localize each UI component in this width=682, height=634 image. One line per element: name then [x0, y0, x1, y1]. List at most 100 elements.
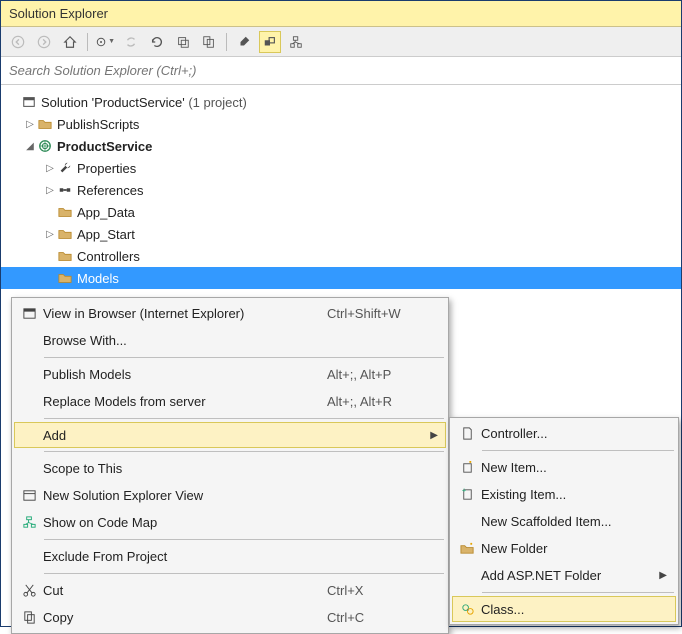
- appdata-node[interactable]: App_Data: [1, 201, 681, 223]
- tree-label: References: [77, 183, 143, 198]
- wrench-icon: [57, 160, 73, 176]
- menu-label: Cut: [43, 583, 327, 598]
- properties-node[interactable]: ▷ Properties: [1, 157, 681, 179]
- menu-add[interactable]: Add ▶: [14, 422, 446, 448]
- menu-label: New Folder: [481, 541, 657, 556]
- search-row: [1, 57, 681, 85]
- forward-button[interactable]: [33, 31, 55, 53]
- properties-button[interactable]: [233, 31, 255, 53]
- menu-aspnet-folder[interactable]: Add ASP.NET Folder ▶: [452, 562, 676, 589]
- tree-label: Solution 'ProductService' (1 project): [41, 95, 247, 110]
- search-input[interactable]: [1, 57, 681, 84]
- codemap-icon: [15, 515, 43, 530]
- folder-icon: [37, 116, 53, 132]
- expander-icon[interactable]: ◢: [23, 141, 37, 152]
- window-icon: [15, 488, 43, 503]
- menu-label: Browse With...: [43, 333, 327, 348]
- cut-icon: [15, 583, 43, 598]
- menu-separator: [482, 592, 674, 593]
- pending-changes-button[interactable]: ▼: [94, 31, 116, 53]
- menu-publish-models[interactable]: Publish Models Alt+;, Alt+P: [14, 361, 446, 388]
- toolbar: ▼: [1, 27, 681, 57]
- menu-label: Copy: [43, 610, 327, 625]
- menu-label: Replace Models from server: [43, 394, 327, 409]
- folder-icon: [57, 248, 73, 264]
- references-node[interactable]: ▷ References: [1, 179, 681, 201]
- menu-label: Add: [43, 428, 328, 443]
- expander-icon[interactable]: ▷: [23, 119, 37, 130]
- menu-label: Publish Models: [43, 367, 327, 382]
- menu-label: View in Browser (Internet Explorer): [43, 306, 327, 321]
- menu-shortcut: Ctrl+X: [327, 583, 427, 598]
- sync-button[interactable]: [120, 31, 142, 53]
- class-icon: [453, 602, 481, 617]
- solution-tree: Solution 'ProductService' (1 project) ▷ …: [1, 85, 681, 289]
- menu-browse-with[interactable]: Browse With...: [14, 327, 446, 354]
- back-button[interactable]: [7, 31, 29, 53]
- menu-shortcut: Ctrl+Shift+W: [327, 306, 427, 321]
- submenu-arrow-icon: ▶: [657, 570, 667, 581]
- references-icon: [57, 182, 73, 198]
- menu-replace-models[interactable]: Replace Models from server Alt+;, Alt+R: [14, 388, 446, 415]
- show-all-files-button[interactable]: [198, 31, 220, 53]
- menu-code-map[interactable]: Show on Code Map: [14, 509, 446, 536]
- menu-controller[interactable]: Controller...: [452, 420, 676, 447]
- menu-scaffolded[interactable]: New Scaffolded Item...: [452, 508, 676, 535]
- menu-separator: [44, 357, 444, 358]
- menu-label: Show on Code Map: [43, 515, 327, 530]
- tree-label: ProductService: [57, 139, 152, 154]
- toolbar-separator: [87, 33, 88, 51]
- controllers-node[interactable]: Controllers: [1, 245, 681, 267]
- solution-node[interactable]: Solution 'ProductService' (1 project): [1, 91, 681, 113]
- menu-shortcut: Alt+;, Alt+R: [327, 394, 427, 409]
- menu-label: Exclude From Project: [43, 549, 327, 564]
- appstart-node[interactable]: ▷ App_Start: [1, 223, 681, 245]
- copy-icon: [15, 610, 43, 625]
- solution-icon: [21, 94, 37, 110]
- menu-new-se-view[interactable]: New Solution Explorer View: [14, 482, 446, 509]
- menu-shortcut: Ctrl+C: [327, 610, 427, 625]
- submenu-arrow-icon: ▶: [428, 430, 438, 441]
- menu-view-in-browser[interactable]: View in Browser (Internet Explorer) Ctrl…: [14, 300, 446, 327]
- collapse-all-button[interactable]: [172, 31, 194, 53]
- new-item-icon: [453, 460, 481, 475]
- menu-shortcut: Alt+;, Alt+P: [327, 367, 427, 382]
- menu-new-item[interactable]: New Item...: [452, 454, 676, 481]
- menu-label: Existing Item...: [481, 487, 657, 502]
- menu-existing-item[interactable]: + Existing Item...: [452, 481, 676, 508]
- menu-label: New Item...: [481, 460, 657, 475]
- menu-class[interactable]: Class...: [452, 596, 676, 622]
- view-class-diagram-button[interactable]: [285, 31, 307, 53]
- menu-separator: [44, 451, 444, 452]
- menu-new-folder[interactable]: New Folder: [452, 535, 676, 562]
- window-title: Solution Explorer: [1, 1, 681, 27]
- file-icon: [453, 426, 481, 441]
- menu-exclude[interactable]: Exclude From Project: [14, 543, 446, 570]
- tree-label: App_Start: [77, 227, 135, 242]
- expander-icon[interactable]: ▷: [43, 185, 57, 196]
- models-node[interactable]: Models: [1, 267, 681, 289]
- expander-icon[interactable]: ▷: [43, 229, 57, 240]
- menu-separator: [44, 573, 444, 574]
- menu-label: Add ASP.NET Folder: [481, 568, 657, 583]
- refresh-button[interactable]: [146, 31, 168, 53]
- menu-label: Class...: [481, 602, 658, 617]
- menu-separator: [482, 450, 674, 451]
- publishscripts-node[interactable]: ▷ PublishScripts: [1, 113, 681, 135]
- tree-label: Properties: [77, 161, 136, 176]
- menu-label: Scope to This: [43, 461, 327, 476]
- expander-icon[interactable]: ▷: [43, 163, 57, 174]
- existing-item-icon: +: [453, 487, 481, 502]
- project-node[interactable]: ◢ ProductService: [1, 135, 681, 157]
- project-icon: [37, 138, 53, 154]
- menu-label: Controller...: [481, 426, 657, 441]
- home-button[interactable]: [59, 31, 81, 53]
- tree-label: Models: [77, 271, 119, 286]
- menu-scope[interactable]: Scope to This: [14, 455, 446, 482]
- context-menu: View in Browser (Internet Explorer) Ctrl…: [11, 297, 449, 634]
- preview-selected-button[interactable]: [259, 31, 281, 53]
- menu-cut[interactable]: Cut Ctrl+X: [14, 577, 446, 604]
- svg-text:+: +: [461, 487, 466, 495]
- menu-separator: [44, 539, 444, 540]
- folder-icon: [57, 204, 73, 220]
